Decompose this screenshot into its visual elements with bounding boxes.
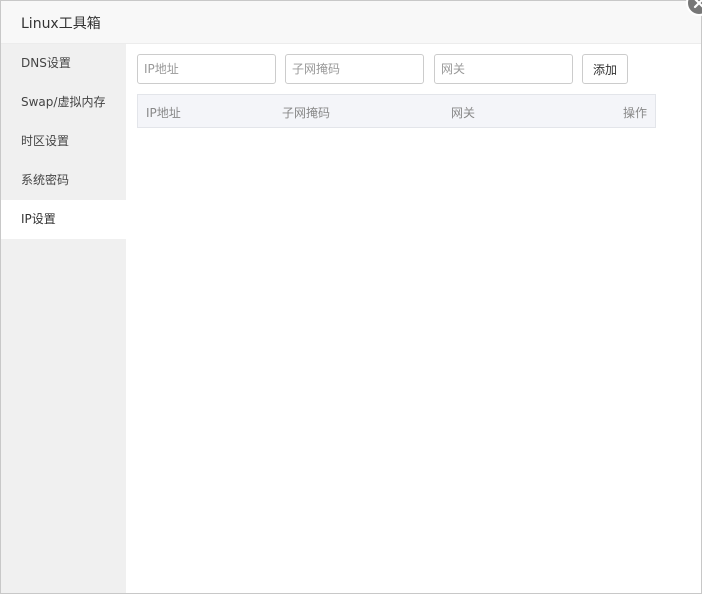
- sidebar-item-password[interactable]: 系统密码: [1, 161, 126, 200]
- ip-table-header: IP地址 子网掩码 网关 操作: [137, 94, 656, 128]
- sidebar-item-dns[interactable]: DNS设置: [1, 44, 126, 83]
- sidebar-item-timezone[interactable]: 时区设置: [1, 122, 126, 161]
- dialog-titlebar: Linux工具箱: [1, 1, 701, 44]
- ip-settings-panel: 添加 IP地址 子网掩码 网关 操作: [126, 44, 701, 593]
- add-button[interactable]: 添加: [582, 54, 628, 84]
- column-header-actions: 操作: [622, 106, 647, 120]
- sidebar-item-ip[interactable]: IP设置: [1, 200, 126, 239]
- linux-toolbox-dialog: Linux工具箱 DNS设置 Swap/虚拟内存 时区设置 系统密码 IP设置 …: [0, 0, 702, 594]
- close-icon: [693, 0, 702, 9]
- sidebar: DNS设置 Swap/虚拟内存 时区设置 系统密码 IP设置: [1, 44, 126, 593]
- column-header-gateway: 网关: [451, 106, 476, 120]
- dialog-title: Linux工具箱: [21, 16, 101, 32]
- column-header-ip: IP地址: [146, 106, 181, 120]
- column-header-mask: 子网掩码: [282, 106, 331, 120]
- gateway-input[interactable]: [434, 54, 573, 84]
- subnet-mask-input[interactable]: [285, 54, 424, 84]
- ip-address-input[interactable]: [137, 54, 276, 84]
- sidebar-item-swap[interactable]: Swap/虚拟内存: [1, 83, 126, 122]
